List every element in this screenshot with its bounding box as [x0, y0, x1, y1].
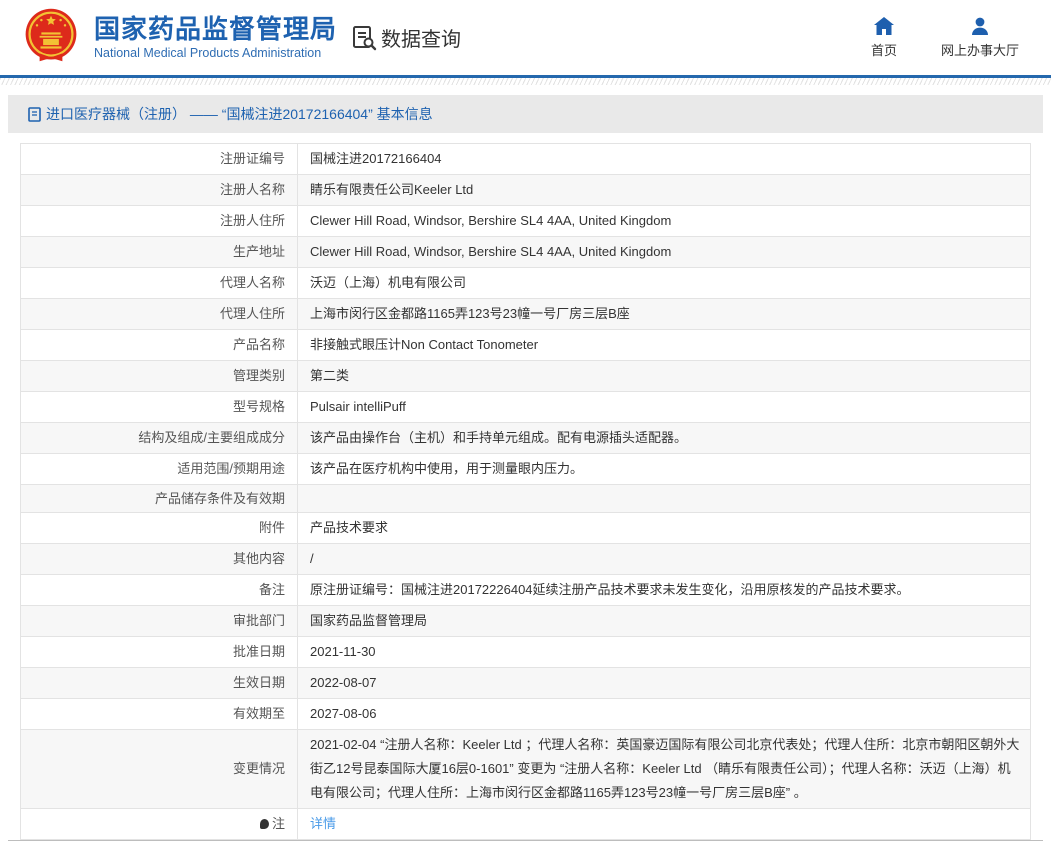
- row-label: 产品储存条件及有效期: [21, 485, 298, 513]
- table-row: 结构及组成/主要组成成分 该产品由操作台（主机）和手持单元组成。配有电源插头适配…: [21, 423, 1031, 454]
- row-value: 产品技术要求: [298, 513, 1031, 544]
- details-link[interactable]: 详情: [310, 816, 336, 831]
- row-value: 原注册证编号：国械注进20172226404延续注册产品技术要求未发生变化，沿用…: [298, 575, 1031, 606]
- row-label: 备注: [21, 575, 298, 606]
- page-icon: [28, 107, 41, 122]
- data-query-entry[interactable]: 数据查询: [351, 23, 461, 52]
- table-row: 注册人住所 Clewer Hill Road, Windsor, Bershir…: [21, 206, 1031, 237]
- content-container: 注册证编号 国械注进20172166404 注册人名称 睛乐有限责任公司Keel…: [8, 133, 1043, 841]
- row-value: 睛乐有限责任公司Keeler Ltd: [298, 175, 1031, 206]
- row-value: Pulsair intelliPuff: [298, 392, 1031, 423]
- row-value: 沃迈（上海）机电有限公司: [298, 268, 1031, 299]
- row-label: 代理人名称: [21, 268, 298, 299]
- org-title: 国家药品监督管理局: [94, 15, 337, 44]
- row-label: 附件: [21, 513, 298, 544]
- row-label: 有效期至: [21, 699, 298, 730]
- nav-label: 网上办事大厅: [941, 40, 1019, 59]
- row-value: 非接触式眼压计Non Contact Tonometer: [298, 330, 1031, 361]
- row-label: 变更情况: [21, 730, 298, 809]
- table-row: 注 详情: [21, 809, 1031, 840]
- table-row: 注册人名称 睛乐有限责任公司Keeler Ltd: [21, 175, 1031, 206]
- row-label: 注册人名称: [21, 175, 298, 206]
- row-label: 其他内容: [21, 544, 298, 575]
- home-icon: [874, 17, 894, 35]
- row-label: 生产地址: [21, 237, 298, 268]
- row-label: 生效日期: [21, 668, 298, 699]
- row-label: 审批部门: [21, 606, 298, 637]
- site-brand: 国家药品监督管理局 National Medical Products Admi…: [23, 7, 337, 69]
- row-value: 详情: [298, 809, 1031, 840]
- table-row: 生产地址 Clewer Hill Road, Windsor, Bershire…: [21, 237, 1031, 268]
- nav-label: 首页: [871, 40, 897, 59]
- site-header: 国家药品监督管理局 National Medical Products Admi…: [0, 0, 1051, 75]
- row-value: 2022-08-07: [298, 668, 1031, 699]
- row-value: 上海市闵行区金都路1165弄123号23幢一号厂房三层B座: [298, 299, 1031, 330]
- national-emblem-logo: [23, 7, 79, 69]
- row-value: 国家药品监督管理局: [298, 606, 1031, 637]
- row-label: 结构及组成/主要组成成分: [21, 423, 298, 454]
- nav-item-home[interactable]: 首页: [871, 17, 897, 59]
- table-row: 管理类别 第二类: [21, 361, 1031, 392]
- table-row: 批准日期 2021-11-30: [21, 637, 1031, 668]
- row-value: 2027-08-06: [298, 699, 1031, 730]
- org-subtitle: National Medical Products Administration: [94, 46, 337, 60]
- row-value: Clewer Hill Road, Windsor, Bershire SL4 …: [298, 206, 1031, 237]
- document-search-icon: [351, 25, 377, 51]
- table-row: 其他内容 /: [21, 544, 1031, 575]
- row-value: 国械注进20172166404: [298, 144, 1031, 175]
- row-label: 型号规格: [21, 392, 298, 423]
- table-row: 备注 原注册证编号：国械注进20172226404延续注册产品技术要求未发生变化…: [21, 575, 1031, 606]
- row-value: 2021-02-04 “注册人名称：Keeler Ltd ；代理人名称：英国豪迈…: [298, 730, 1031, 809]
- table-row: 代理人名称 沃迈（上海）机电有限公司: [21, 268, 1031, 299]
- row-value: 该产品由操作台（主机）和手持单元组成。配有电源插头适配器。: [298, 423, 1031, 454]
- user-icon: [970, 17, 990, 35]
- table-row: 附件 产品技术要求: [21, 513, 1031, 544]
- table-row: 有效期至 2027-08-06: [21, 699, 1031, 730]
- table-row: 生效日期 2022-08-07: [21, 668, 1031, 699]
- row-label: 注册人住所: [21, 206, 298, 237]
- section-title: 数据查询: [381, 23, 461, 52]
- row-label: 代理人住所: [21, 299, 298, 330]
- row-value: 2021-11-30: [298, 637, 1031, 668]
- note-icon: [260, 819, 269, 829]
- header-hatch-shadow: [0, 78, 1051, 85]
- row-value: [298, 485, 1031, 513]
- row-label: 批准日期: [21, 637, 298, 668]
- table-row: 产品名称 非接触式眼压计Non Contact Tonometer: [21, 330, 1031, 361]
- table-row: 适用范围/预期用途 该产品在医疗机构中使用，用于测量眼内压力。: [21, 454, 1031, 485]
- row-value: 第二类: [298, 361, 1031, 392]
- row-label: 产品名称: [21, 330, 298, 361]
- breadcrumb-text: 进口医疗器械（注册） —— “国械注进20172166404” 基本信息: [46, 104, 433, 124]
- table-row: 型号规格 Pulsair intelliPuff: [21, 392, 1031, 423]
- row-value: /: [298, 544, 1031, 575]
- row-label: 注: [21, 809, 298, 840]
- info-table-body: 注册证编号 国械注进20172166404 注册人名称 睛乐有限责任公司Keel…: [21, 144, 1031, 840]
- table-row: 变更情况 2021-02-04 “注册人名称：Keeler Ltd ；代理人名称…: [21, 730, 1031, 809]
- breadcrumb: 进口医疗器械（注册） —— “国械注进20172166404” 基本信息: [8, 95, 1043, 133]
- row-label: 注册证编号: [21, 144, 298, 175]
- table-row: 注册证编号 国械注进20172166404: [21, 144, 1031, 175]
- brand-text: 国家药品监督管理局 National Medical Products Admi…: [94, 15, 337, 61]
- header-nav: 首页 网上办事大厅: [871, 17, 1051, 59]
- row-label: 管理类别: [21, 361, 298, 392]
- table-row: 代理人住所 上海市闵行区金都路1165弄123号23幢一号厂房三层B座: [21, 299, 1031, 330]
- row-label: 适用范围/预期用途: [21, 454, 298, 485]
- row-value: Clewer Hill Road, Windsor, Bershire SL4 …: [298, 237, 1031, 268]
- table-row: 审批部门 国家药品监督管理局: [21, 606, 1031, 637]
- nav-item-service-hall[interactable]: 网上办事大厅: [941, 17, 1019, 59]
- table-row: 产品储存条件及有效期: [21, 485, 1031, 513]
- info-table: 注册证编号 国械注进20172166404 注册人名称 睛乐有限责任公司Keel…: [20, 143, 1031, 840]
- row-value: 该产品在医疗机构中使用，用于测量眼内压力。: [298, 454, 1031, 485]
